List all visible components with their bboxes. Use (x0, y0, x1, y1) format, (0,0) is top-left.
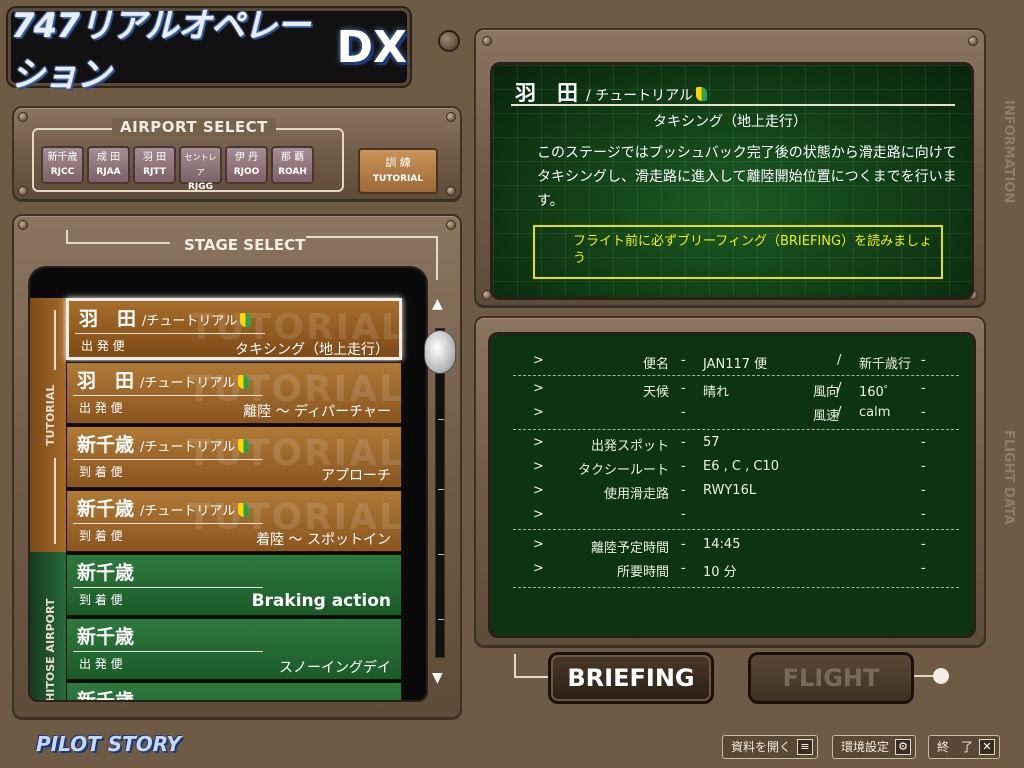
flight-data-row: > - 風速 / calm - (533, 405, 926, 424)
stage-item[interactable]: TUTORIAL 新千歳/チュートリアル到 着 便着陸 ～ スポットイン (66, 490, 402, 552)
flight-data-row: > 出発スポット -57- (533, 435, 926, 454)
tutorial-band: TUTORIAL (30, 298, 66, 552)
logo-dx: DX (336, 21, 407, 73)
info-title: 羽 田 / チュートリアル (515, 77, 708, 107)
beginner-mark-icon (238, 438, 250, 453)
tutorial-button[interactable]: 訓 練 TUTORIAL (358, 148, 438, 194)
airport-button-rjoo[interactable]: 伊 丹 RJOO (225, 146, 268, 184)
stage-item[interactable]: 新千歳到 着 便 Braking action (66, 554, 402, 616)
document-icon: ≡ (797, 739, 814, 755)
airport-select-panel: AIRPORT SELECT 新千歳 RJCC 成 田 RJAA 羽 田 RJTT セ… (12, 106, 462, 202)
stage-mission: タキシング（地上走行） (235, 342, 389, 358)
gear-icon: ⚙ (895, 739, 912, 755)
scroll-up-button[interactable]: ▲ (432, 296, 443, 312)
flight-data-row: > 天候 - 晴れ 風向/160゜ - (533, 381, 926, 400)
info-screen: 羽 田 / チュートリアル タキシング（地上走行） このステージではプッシュバック… (490, 62, 974, 300)
airport-button-roah[interactable]: 那 覇 ROAH (271, 146, 314, 184)
pilot-story-logo: PILOT STORY (36, 732, 181, 756)
flight-data-side-label: FLIGHT DATA (1001, 430, 1016, 525)
info-body: このステージではプッシュバック完了後の状態から滑走路に向けてタキシングし、滑走路… (537, 145, 957, 209)
flight-data-row: > 便名 - JAN117 便 / 新千歳行 - (533, 353, 926, 372)
airport-button-rjtt[interactable]: 羽 田 RJTT (133, 146, 176, 184)
stage-item[interactable]: TUTORIAL 羽 田/チュートリアル出 発 便離陸 ～ ディパーチャー (66, 362, 402, 424)
flight-data-screen: > 便名 - JAN117 便 / 新千歳行 - > 天候 - 晴れ 風向/160゜ - > - 風速 / cal… (488, 332, 976, 638)
airport-button-rjaa[interactable]: 成 田 RJAA (87, 146, 130, 184)
stage-select-panel: STAGE SELECT TUTORIAL CHITOSE AIRPORT TU… (12, 214, 462, 720)
quit-button[interactable]: 終 了 ✕ (928, 735, 1001, 759)
scroll-down-button[interactable]: ▼ (432, 670, 443, 686)
beginner-mark-icon (238, 374, 250, 389)
stage-mission: Braking action (251, 591, 391, 611)
info-subtitle: タキシング（地上走行） (653, 114, 807, 130)
stage-item[interactable]: TUTORIAL 羽 田/チュートリアル出 発 便タキシング（地上走行） (66, 298, 404, 360)
stage-mission: アプローチ (321, 468, 391, 484)
scroll-thumb[interactable] (424, 330, 456, 374)
beginner-mark-icon (240, 312, 252, 327)
beginner-mark-icon (238, 502, 250, 517)
logo-text: 747リアルオペレーション (11, 6, 311, 95)
game-logo: 747リアルオペレーション DX (8, 6, 410, 95)
stage-item[interactable]: TUTORIAL 新千歳/チュートリアル到 着 便アプローチ (66, 426, 402, 488)
decor-dot (933, 668, 949, 684)
flight-data-row: > - - (533, 507, 926, 522)
flight-data-panel: > 便名 - JAN117 便 / 新千歳行 - > 天候 - 晴れ 風向/160゜ - > - 風速 / cal… (474, 316, 986, 648)
stage-flight-type: 到 着 便 (79, 593, 123, 607)
airport-select-label: AIRPORT SELECT (112, 118, 276, 136)
info-note: フライト前に必ずブリーフィング（BRIEFING）を読みましょう (533, 225, 943, 279)
flight-data-row: > 所要時間 -10 分- (533, 561, 926, 580)
decor-rivet (438, 30, 460, 52)
information-panel: 羽 田 / チュートリアル タキシング（地上走行） このステージではプッシュバック… (474, 28, 986, 308)
airport-button-rjcc[interactable]: 新千歳 RJCC (41, 146, 84, 184)
tutorial-band-label: TUTORIAL (44, 384, 57, 446)
stage-mission: スノーイングデイ (279, 660, 391, 676)
stage-mission: 離陸 ～ ディパーチャー (243, 404, 391, 420)
stage-scrollbar[interactable]: ▲ ▼ (424, 296, 456, 694)
chitose-band-label: CHITOSE AIRPORT (44, 598, 57, 702)
flight-data-row: > 使用滑走路 - RWY16L - (533, 483, 926, 502)
stage-item[interactable]: 新千歳出 発 便スノーイングデイ (66, 618, 402, 680)
stage-flight-type: 出 発 便 (79, 657, 123, 671)
chitose-band: CHITOSE AIRPORT (30, 552, 66, 702)
briefing-button[interactable]: BRIEFING (548, 652, 714, 704)
open-docs-button[interactable]: 資料を開く ≡ (722, 735, 819, 759)
stage-flight-type: 出 発 便 (79, 401, 123, 415)
stage-item[interactable]: 新千歳 (66, 682, 402, 700)
flight-data-row: > タクシールート - E6 , C , C10- (533, 459, 926, 478)
stage-list: TUTORIAL CHITOSE AIRPORT TUTORIAL 羽 田/チュー… (28, 266, 428, 702)
decor-line (514, 654, 548, 678)
close-icon: ✕ (979, 739, 996, 755)
stage-flight-type: 出 発 便 (81, 339, 125, 353)
beginner-mark-icon (696, 87, 708, 101)
flight-data-row: > 離陸予定時間 -14:45- (533, 537, 926, 556)
stage-flight-type: 到 着 便 (79, 529, 123, 543)
stage-flight-type: 到 着 便 (79, 465, 123, 479)
stage-mission: 着陸 ～ スポットイン (256, 532, 391, 548)
flight-button[interactable]: FLIGHT (748, 652, 914, 704)
information-side-label: INFORMATION (1001, 100, 1016, 204)
airport-button-rjgg[interactable]: セントレア RJGG (179, 146, 222, 192)
stage-select-label: STAGE SELECT (184, 236, 306, 254)
settings-button[interactable]: 環境設定 ⚙ (832, 735, 917, 759)
scroll-track[interactable] (435, 328, 445, 658)
